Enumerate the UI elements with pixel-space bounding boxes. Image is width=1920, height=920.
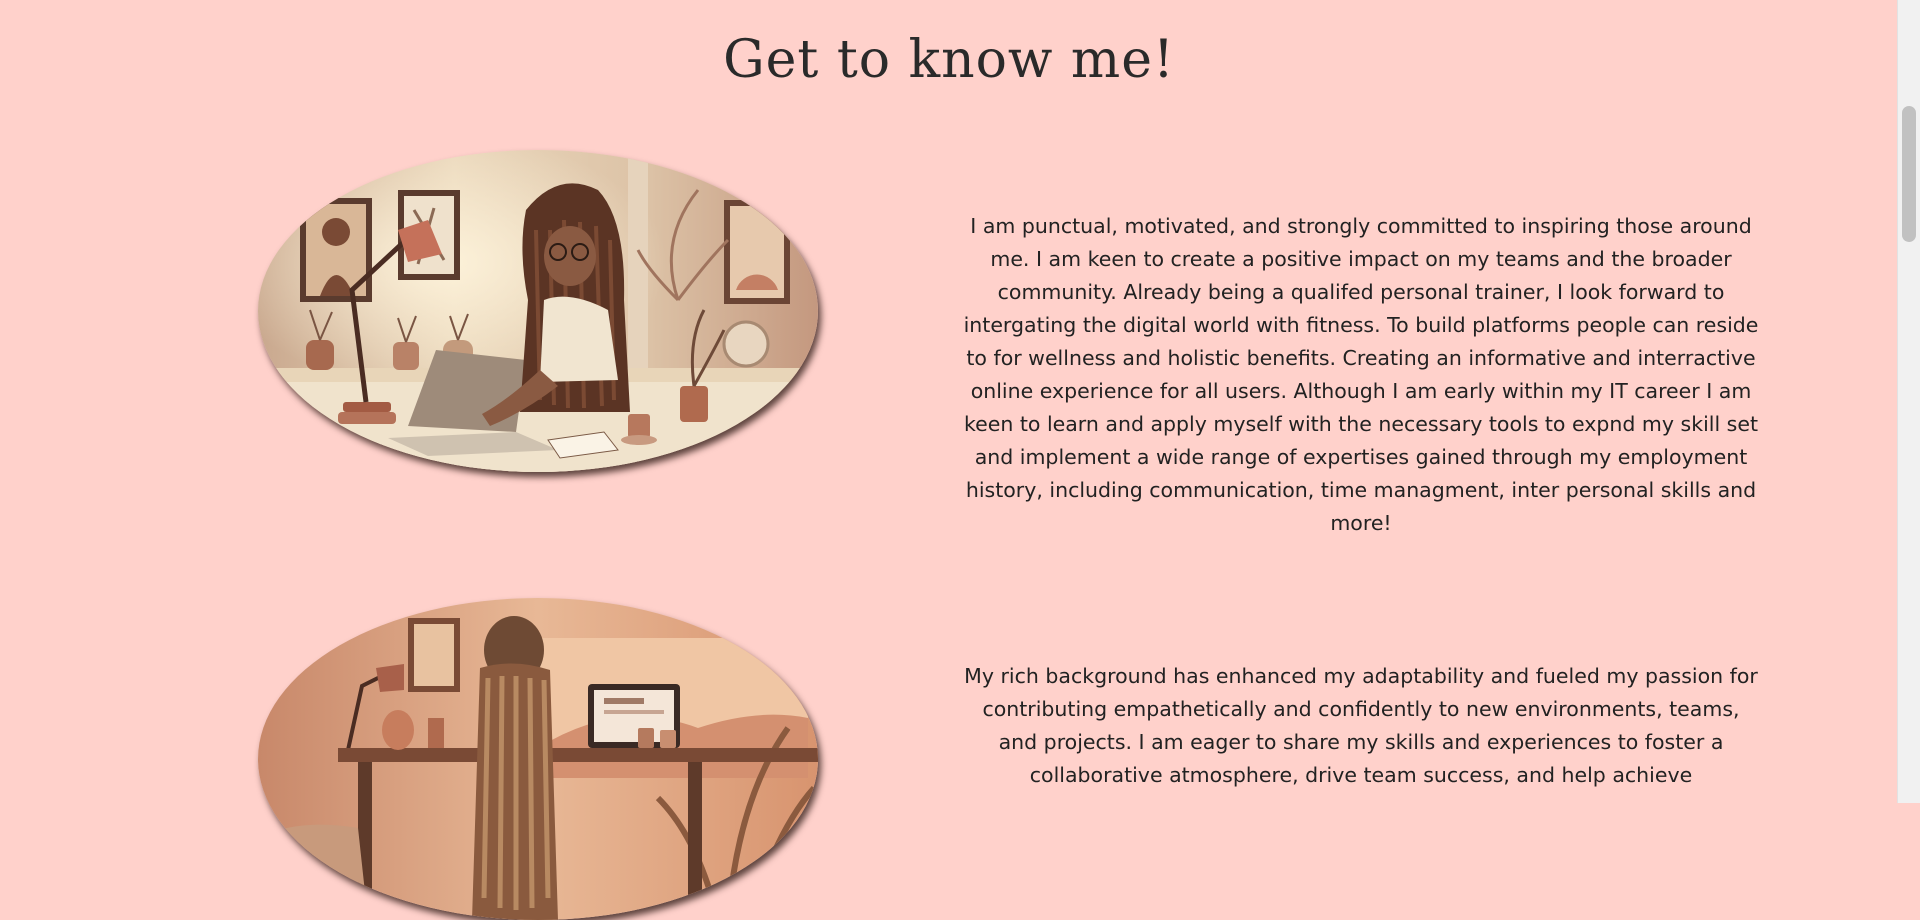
woman-at-desk-from-behind-illustration bbox=[258, 598, 818, 920]
vertical-scrollbar[interactable] bbox=[1897, 0, 1920, 803]
bio-paragraph-2: My rich background has enhanced my adapt… bbox=[964, 664, 1758, 787]
scrollbar-thumb[interactable] bbox=[1902, 106, 1916, 242]
about-section-2: My rich background has enhanced my adapt… bbox=[0, 0, 1898, 920]
about-page: Get to know me! I am punctual, motivated… bbox=[0, 0, 1898, 920]
